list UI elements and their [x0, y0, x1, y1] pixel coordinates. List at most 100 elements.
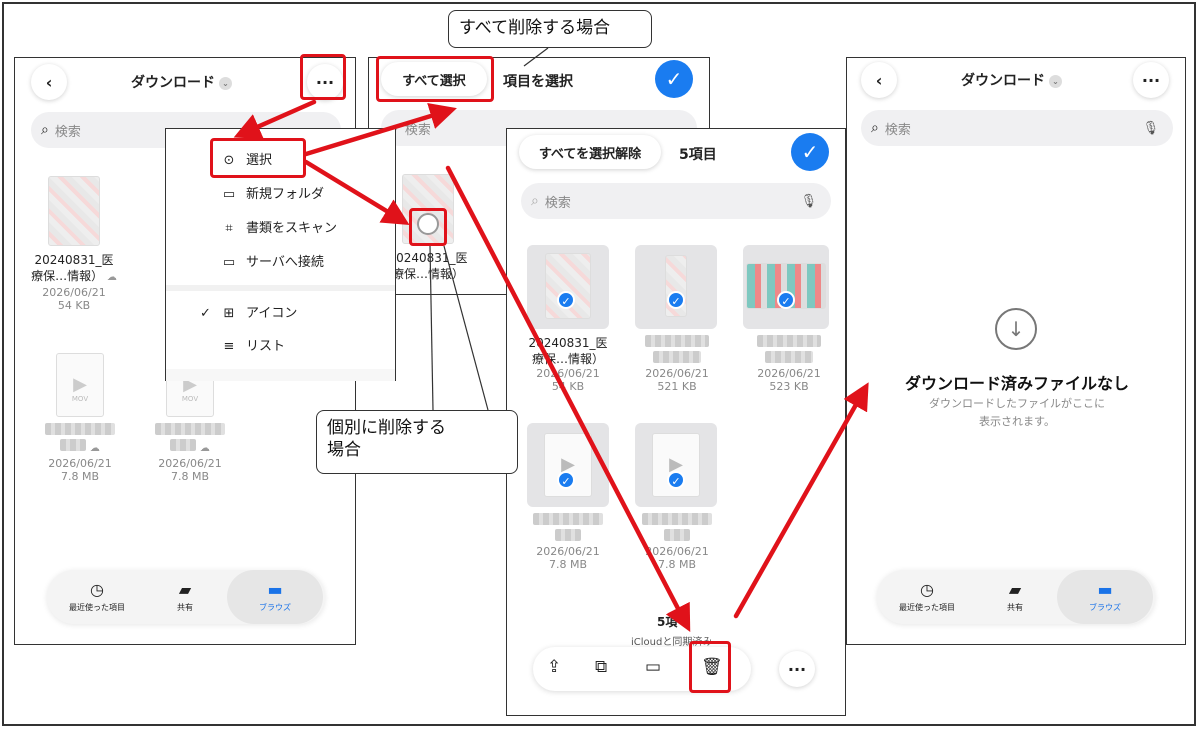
selected-check-icon: ✓: [557, 471, 575, 489]
tab-recents[interactable]: ◷ 最近使った項目: [57, 570, 137, 624]
file-name-line1: 20240831_医: [388, 251, 468, 265]
shared-folder-icon: ▰: [1008, 580, 1022, 599]
blurred-name: [757, 335, 821, 347]
file-name-line2: 療保…情報）: [31, 269, 104, 283]
mov-badge: MOV: [71, 395, 89, 403]
cloud-icon: ☁: [106, 272, 117, 283]
menu-divider: [166, 285, 395, 291]
tab-label: ブラウズ: [259, 603, 291, 612]
callout-delete-individual: 個別に削除する 場合: [316, 410, 518, 474]
select-title: 項目を選択: [503, 74, 573, 90]
blurred-name: [653, 351, 701, 363]
folder-icon: ▬: [1097, 580, 1113, 599]
file-name-line1: 20240831_医: [34, 253, 114, 267]
microphone-icon[interactable]: 🎙: [800, 194, 817, 209]
menu-item-connect-server[interactable]: ▭ サーバへ接続: [218, 251, 324, 270]
menu-footer: [166, 369, 395, 381]
file-date: 2026/06/21: [757, 367, 821, 380]
selected-file-cell[interactable]: ▶ ✓: [527, 423, 609, 507]
tab-shared[interactable]: ▰ 共有: [147, 570, 223, 624]
empty-state-line2: 表示されます。: [979, 415, 1055, 428]
highlight-select-item: [210, 138, 306, 178]
selected-file-cell[interactable]: ▶ ✓: [635, 423, 717, 507]
search-icon: ⌕: [531, 193, 539, 209]
tab-shared[interactable]: ▰ 共有: [977, 570, 1053, 624]
folder-icon: ▬: [267, 580, 283, 599]
selected-check-icon: ✓: [557, 291, 575, 309]
selected-file-cell[interactable]: ✓: [743, 245, 829, 329]
file-date: 2026/06/21: [42, 286, 106, 299]
clock-icon: ◷: [920, 580, 934, 599]
menu-item-new-folder[interactable]: ▭ 新規フォルダ: [218, 183, 324, 202]
blurred-name: [555, 529, 581, 541]
blurred-name: [45, 423, 115, 435]
tab-browse[interactable]: ▬ ブラウズ: [227, 570, 323, 624]
search-field[interactable]: ⌕ 検索 🎙: [521, 183, 831, 219]
file-date: 2026/06/21: [158, 457, 222, 470]
file-name: 20240831_医 療保…情報）: [517, 335, 619, 367]
duplicate-icon[interactable]: ⧉: [595, 657, 607, 677]
footer-count: 5項: [657, 615, 678, 629]
microphone-icon[interactable]: 🎙: [1142, 121, 1159, 136]
back-button[interactable]: ‹: [31, 64, 67, 100]
file-item[interactable]: 2026/06/21 7.8 MB: [517, 507, 619, 571]
menu-item-label: アイコン: [246, 306, 298, 321]
file-date: 2026/06/21: [536, 367, 600, 380]
tab-recents[interactable]: ◷ 最近使った項目: [887, 570, 967, 624]
deselect-all-button[interactable]: すべてを選択解除: [519, 135, 661, 169]
file-item[interactable]: 2026/06/21 7.8 MB: [627, 507, 727, 571]
done-check-button[interactable]: ✓: [791, 133, 829, 171]
panel-downloads-after: ‹ ダウンロード ⌄ ··· ⌕ 検索 🎙 ↓ ダウンロード済みファイルなし ダウ…: [846, 57, 1186, 645]
selected-check-icon: ✓: [667, 471, 685, 489]
file-item[interactable]: 20240831_医 療保…情報） ☁ 2026/06/21 54 KB: [29, 176, 119, 312]
blurred-name: [642, 513, 712, 525]
selected-file-cell[interactable]: ✓: [527, 245, 609, 329]
clock-icon: ◷: [90, 580, 104, 599]
file-name: [517, 513, 619, 545]
search-field[interactable]: ⌕ 検索 🎙: [861, 110, 1173, 146]
tab-browse[interactable]: ▬ ブラウズ: [1057, 570, 1153, 624]
menu-item-label: リスト: [246, 339, 286, 354]
file-date: 2026/06/21: [645, 367, 709, 380]
folder-plus-icon: ▭: [222, 187, 236, 202]
chevron-down-icon[interactable]: ⌄: [219, 76, 232, 90]
search-icon: ⌕: [41, 122, 49, 138]
tab-label: 最近使った項目: [899, 603, 955, 612]
tab-label: 最近使った項目: [69, 603, 125, 612]
file-size: 7.8 MB: [548, 558, 588, 571]
video-file-icon: ▶ MOV: [56, 353, 104, 417]
cloud-icon: ☁: [199, 443, 210, 454]
search-placeholder: 検索: [544, 195, 571, 211]
selected-check-icon: ✓: [667, 291, 685, 309]
menu-item-scan[interactable]: ⌗ 書類をスキャン: [218, 217, 337, 236]
download-circle-icon: ↓: [995, 308, 1037, 350]
back-button[interactable]: ‹: [861, 62, 897, 98]
folder-move-icon[interactable]: ▭: [645, 657, 661, 677]
more-button[interactable]: ···: [1133, 62, 1169, 98]
highlight-select-all: [376, 56, 494, 102]
list-icon: ≡: [223, 339, 235, 354]
menu-item-icons[interactable]: ✓ ⊞ アイコン: [200, 302, 297, 321]
file-item[interactable]: 2026/06/21 523 KB: [739, 329, 839, 393]
file-size: 7.8 MB: [170, 470, 210, 483]
blurred-name: [155, 423, 225, 435]
search-icon: ⌕: [871, 120, 879, 136]
file-date: 2026/06/21: [536, 545, 600, 558]
file-date: 2026/06/21: [645, 545, 709, 558]
checkmark-icon: ✓: [200, 306, 211, 321]
highlight-trash: [689, 641, 731, 693]
share-icon[interactable]: ⇪: [547, 657, 561, 677]
menu-item-label: 書類をスキャン: [246, 221, 338, 236]
mov-badge: MOV: [181, 395, 199, 403]
file-item[interactable]: 2026/06/21 521 KB: [627, 329, 727, 393]
chevron-down-icon[interactable]: ⌄: [1049, 74, 1062, 88]
file-item[interactable]: 20240831_医 療保…情報） 2026/06/21 54 KB: [517, 329, 619, 393]
more-button[interactable]: ···: [779, 651, 815, 687]
file-name-line2: 療保…情報）: [531, 352, 604, 366]
file-item[interactable]: ▶ MOV ☁ 2026/06/21 7.8 MB: [35, 353, 125, 483]
file-name-line2: 療保…情報）: [391, 267, 464, 281]
done-check-button[interactable]: ✓: [655, 60, 693, 98]
selected-file-cell[interactable]: ✓: [635, 245, 717, 329]
file-name: 20240831_医 療保…情報）: [383, 250, 473, 282]
menu-item-list[interactable]: ≡ リスト: [218, 335, 285, 354]
